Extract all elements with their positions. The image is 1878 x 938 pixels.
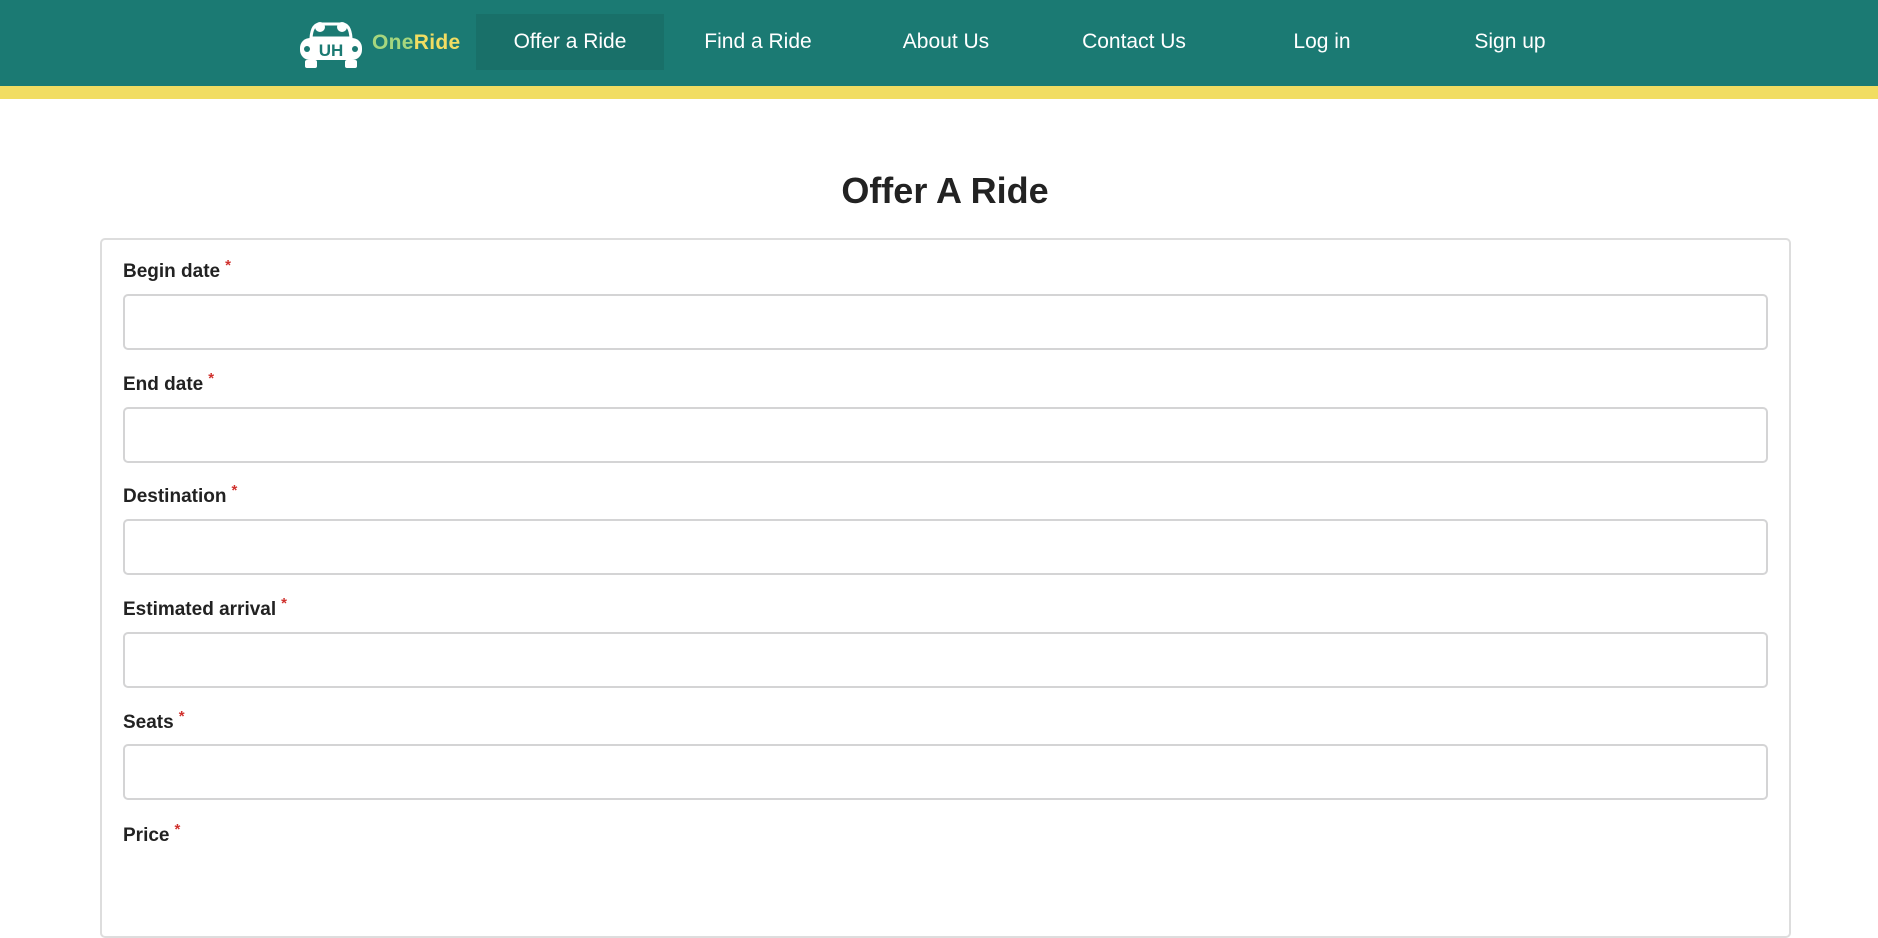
destination-label: Destination * bbox=[123, 482, 237, 508]
required-marker: * bbox=[225, 257, 231, 274]
top-navbar: UH OneRide Offer a Ride Find a Ride Abou… bbox=[0, 0, 1878, 86]
end-date-label: End date * bbox=[123, 370, 214, 396]
nav-about-us[interactable]: About Us bbox=[852, 14, 1040, 70]
estimated-arrival-label: Estimated arrival * bbox=[123, 595, 287, 621]
seats-label: Seats * bbox=[123, 708, 185, 734]
page-title: Offer A Ride bbox=[841, 170, 1049, 211]
navbar-accent-stripe bbox=[0, 86, 1878, 99]
required-marker: * bbox=[208, 370, 215, 387]
brand-name-ride: Ride bbox=[413, 31, 461, 54]
required-marker: * bbox=[231, 482, 238, 499]
end-date-label-text: End date bbox=[123, 374, 204, 395]
price-label: Price * bbox=[123, 821, 180, 847]
seats-label-text: Seats bbox=[123, 712, 174, 733]
seats-input[interactable] bbox=[123, 744, 1768, 800]
required-marker: * bbox=[174, 821, 181, 838]
required-marker: * bbox=[281, 595, 287, 612]
begin-date-label-text: Begin date bbox=[123, 261, 221, 282]
nav-sign-up[interactable]: Sign up bbox=[1416, 14, 1604, 70]
brand-home-link[interactable]: UH OneRide bbox=[298, 18, 460, 68]
car-logo-icon: UH bbox=[300, 22, 362, 68]
price-label-text: Price bbox=[123, 825, 170, 846]
required-marker: * bbox=[178, 708, 185, 725]
brand-name: OneRide bbox=[372, 31, 460, 55]
logo-text: UH bbox=[319, 41, 344, 60]
estimated-arrival-label-text: Estimated arrival bbox=[123, 599, 277, 620]
nav-offer-a-ride[interactable]: Offer a Ride bbox=[476, 14, 664, 70]
end-date-input[interactable] bbox=[123, 407, 1768, 463]
nav-find-a-ride[interactable]: Find a Ride bbox=[664, 14, 852, 70]
begin-date-label: Begin date * bbox=[123, 257, 231, 283]
begin-date-input[interactable] bbox=[123, 294, 1768, 350]
estimated-arrival-input[interactable] bbox=[123, 632, 1768, 688]
nav-contact-us[interactable]: Contact Us bbox=[1040, 14, 1228, 70]
brand-name-one: One bbox=[372, 31, 414, 54]
destination-label-text: Destination bbox=[123, 486, 227, 507]
nav-log-in[interactable]: Log in bbox=[1228, 14, 1416, 70]
destination-input[interactable] bbox=[123, 519, 1768, 575]
